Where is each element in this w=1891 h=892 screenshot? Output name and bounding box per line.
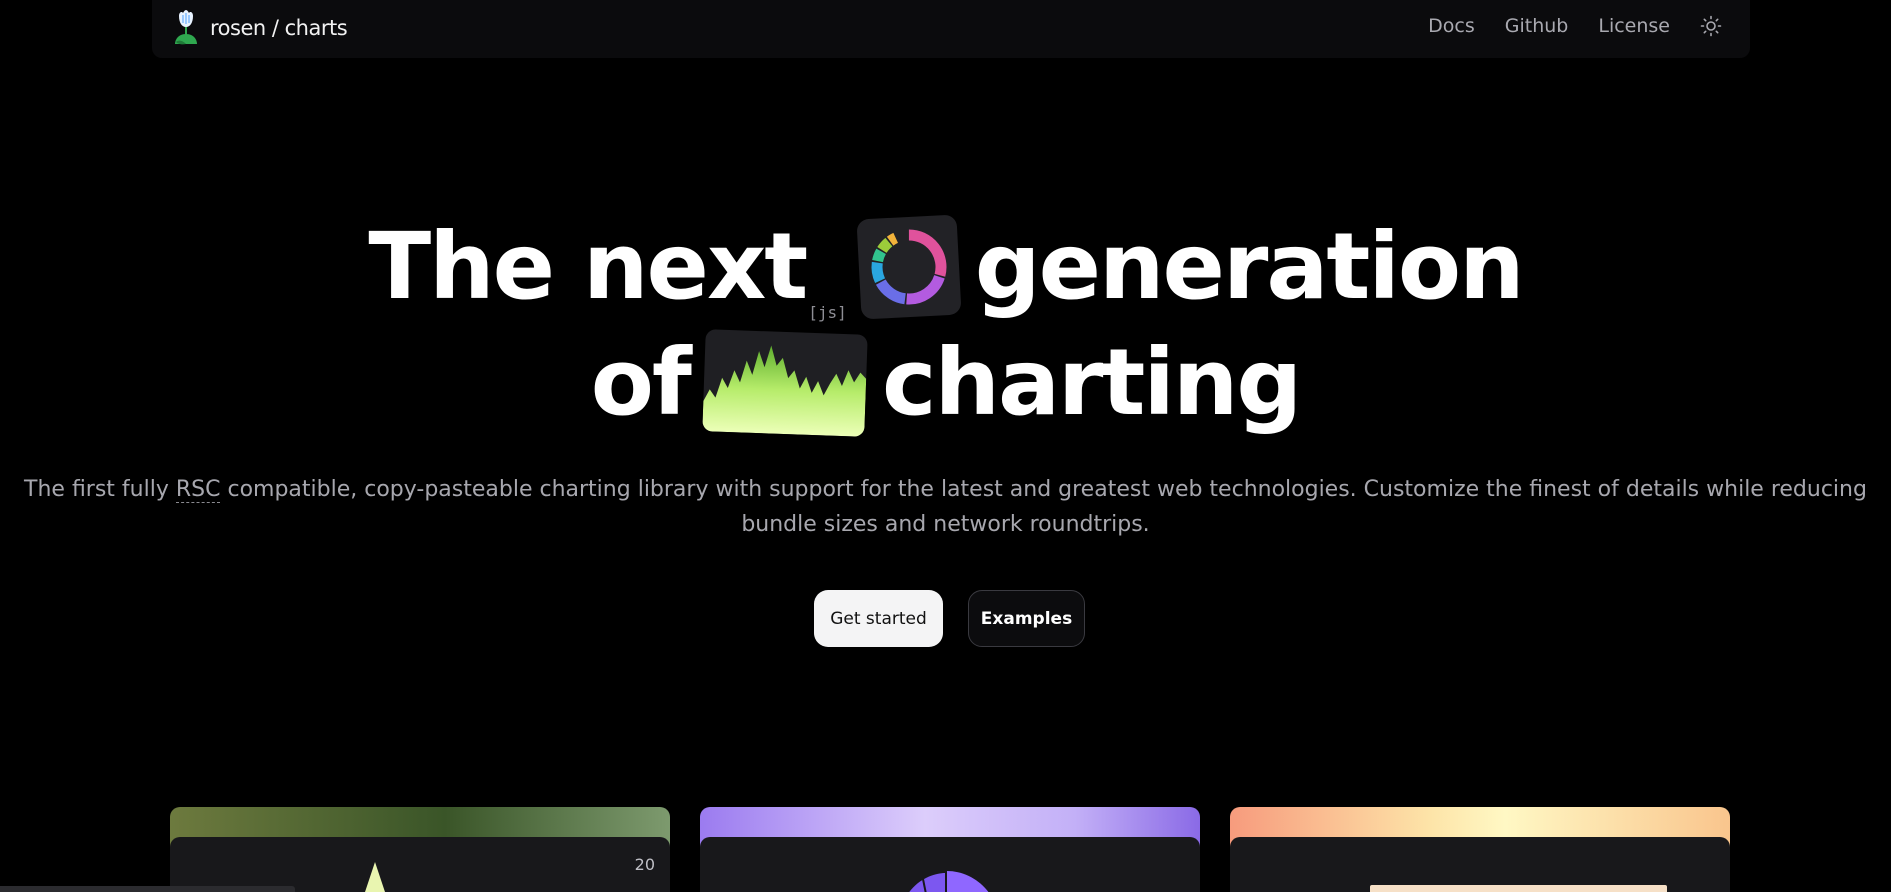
donut-segment [886,232,898,246]
sun-icon[interactable] [1700,15,1722,37]
brand-name: rosen / charts [210,16,348,40]
donut-segment [875,278,906,304]
donut-segment [871,248,886,262]
bottom-toast-edge [0,886,295,892]
hero-title-line-1: The next [js] generation [0,207,1891,322]
card-3-body [1230,837,1730,892]
donut-segment [906,274,945,305]
nav-link-docs[interactable]: Docs [1428,15,1475,37]
examples-button[interactable]: Examples [968,590,1085,647]
tulip-logo-icon [175,10,197,45]
card-1-body: 20 [170,837,670,892]
example-card-3[interactable] [1230,807,1730,892]
hero-word-generation: generation [974,213,1525,321]
card-2-body [700,837,1200,892]
donut-segment [908,229,947,277]
peak-chart-icon [365,862,385,892]
donut-segment [871,261,885,283]
get-started-button[interactable]: Get started [814,590,943,647]
nav-link-github[interactable]: Github [1505,15,1569,37]
hero-word-charting: charting [881,329,1302,437]
rsc-abbreviation[interactable]: RSC [175,477,221,503]
nav-link-license[interactable]: License [1598,15,1670,37]
subtitle-text-start: The first fully [24,477,176,502]
example-card-2[interactable] [700,807,1200,892]
hero-word-the-next: The next [368,213,808,321]
hero-word-of: of [590,329,692,437]
example-card-1[interactable]: 20 [170,807,670,892]
subtitle-text-end: compatible, copy-pasteable charting libr… [220,477,1867,537]
hero-title-line-2: of charting [0,323,1891,437]
brand[interactable]: rosen / charts [172,10,348,46]
top-navbar: rosen / charts Docs Github License [152,0,1750,58]
bar-chart-icon [1370,885,1667,892]
donut-segment [877,237,893,253]
card-1-value: 20 [634,855,655,874]
hero-subtitle: The first fully RSC compatible, copy-pas… [0,472,1891,542]
nav-links: Docs Github License [1428,15,1722,37]
pie-chart-icon [909,871,989,892]
js-tag: [js] [808,303,847,322]
area-chart-icon [702,328,868,437]
donut-chart-icon [856,214,962,320]
